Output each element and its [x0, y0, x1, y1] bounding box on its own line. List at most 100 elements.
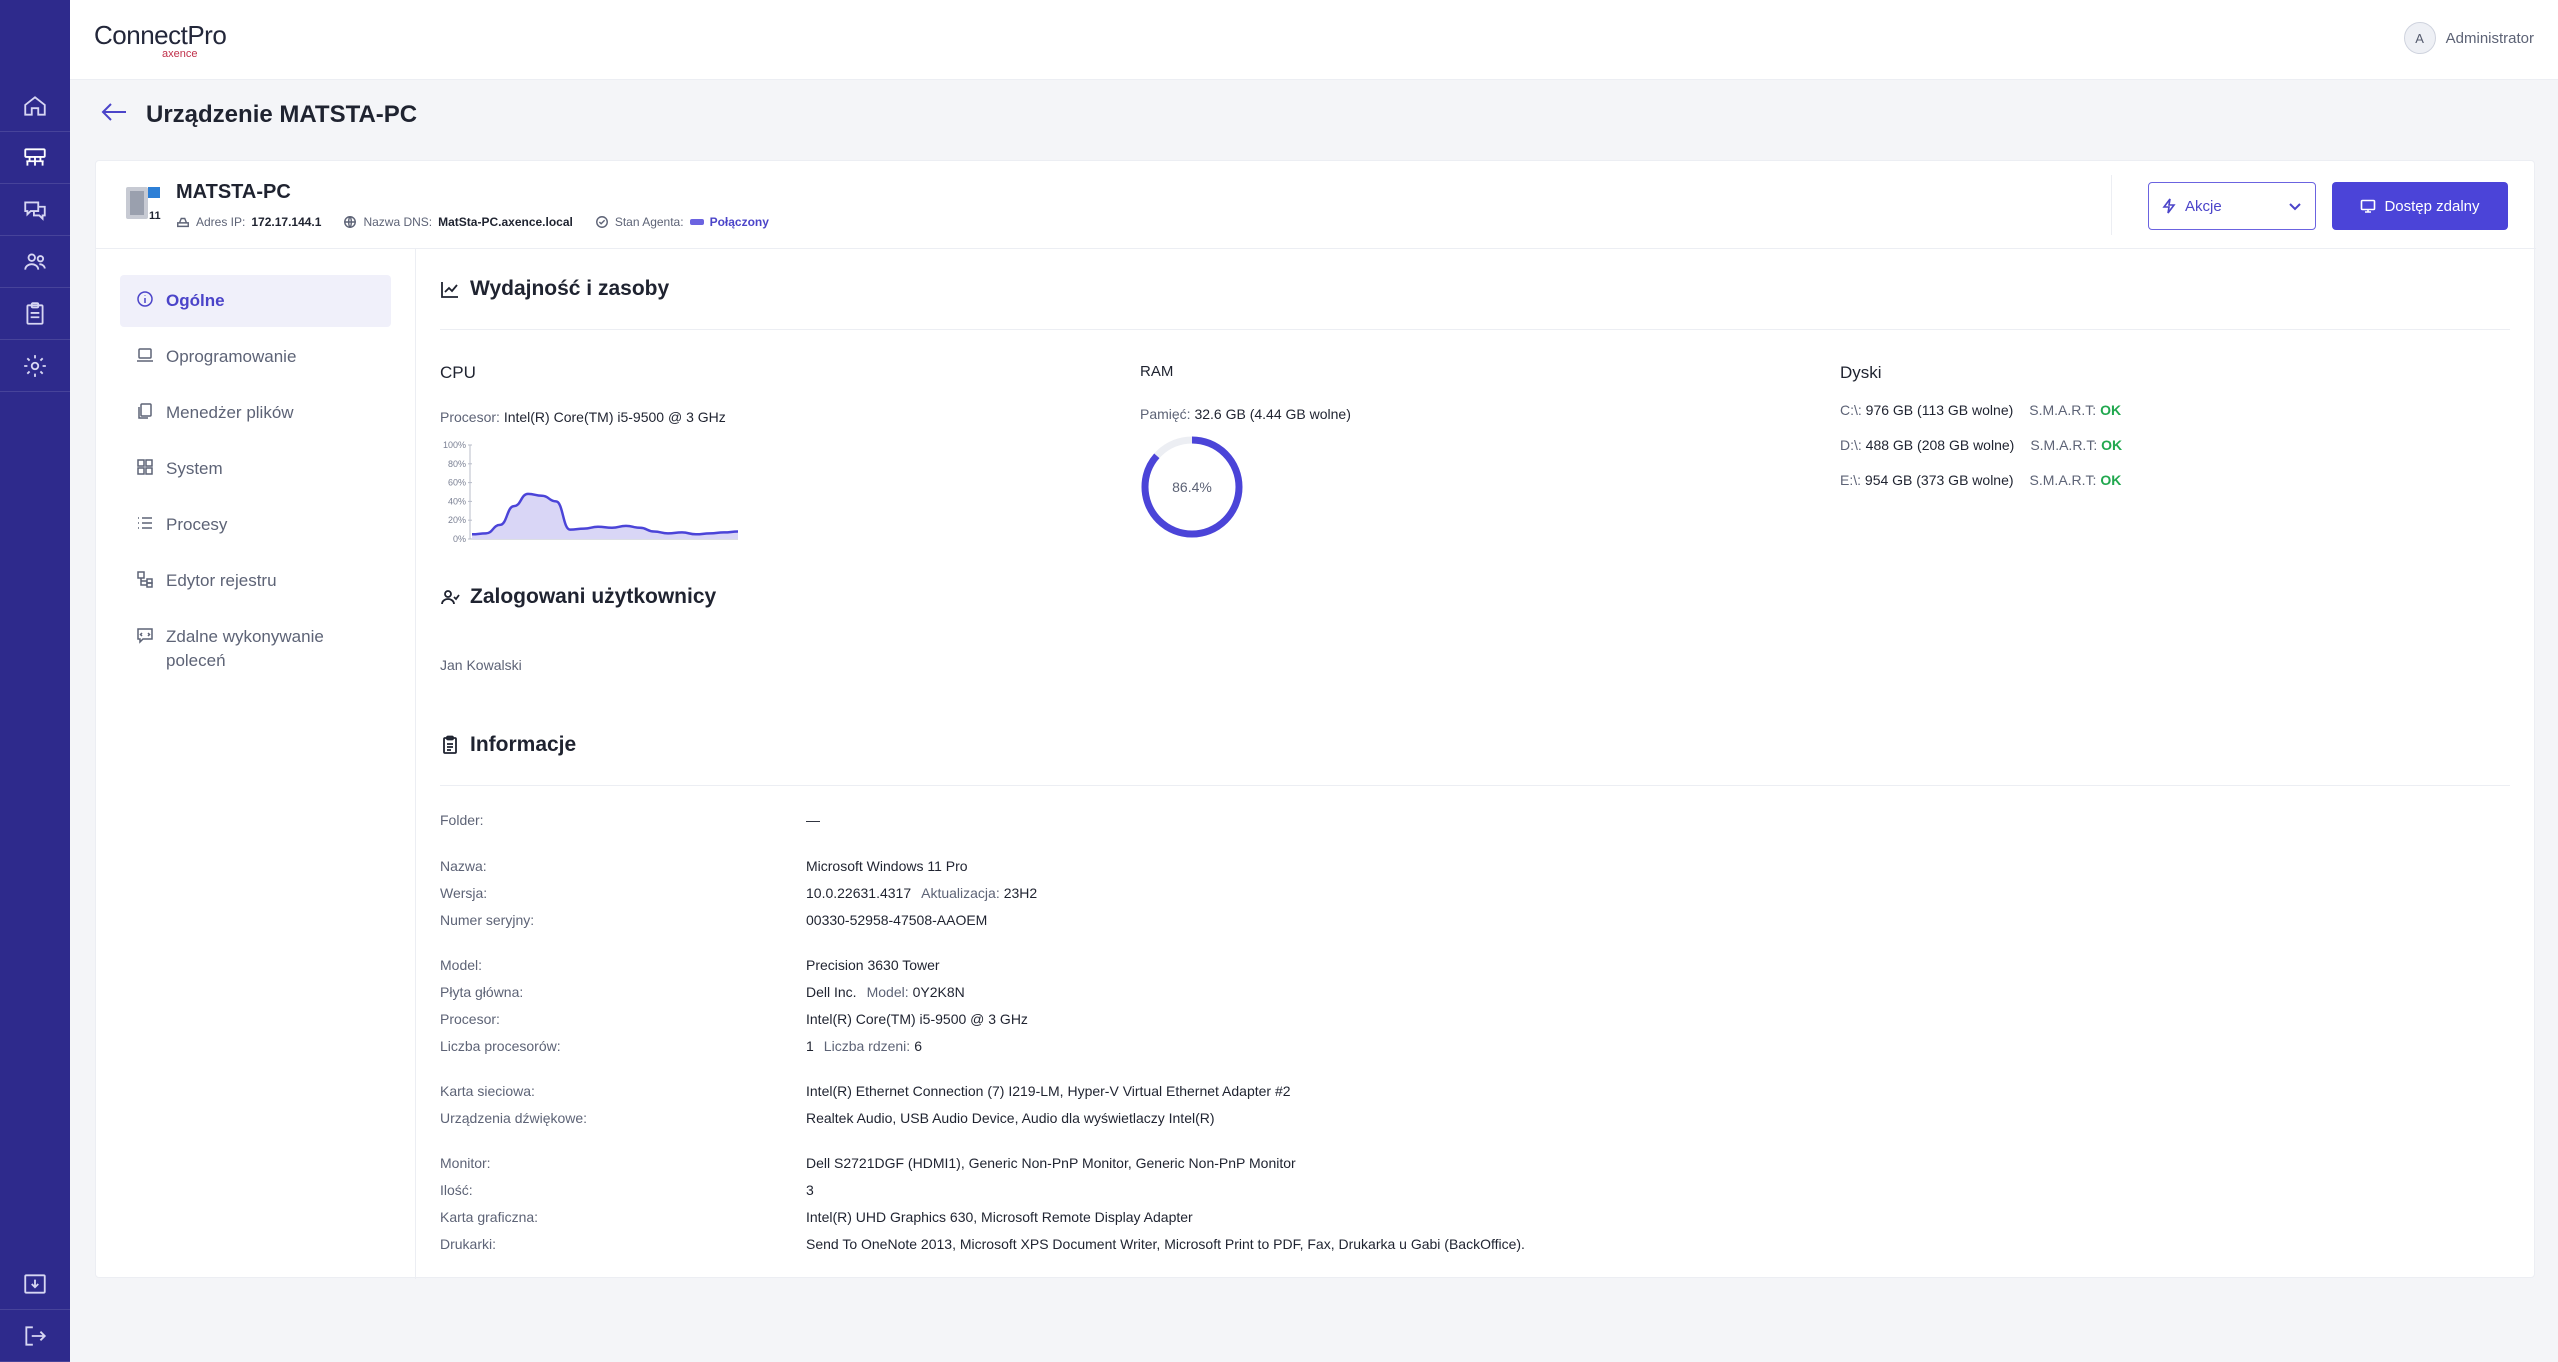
rail-download[interactable]	[0, 1258, 70, 1310]
agent-status-icon	[595, 216, 608, 228]
nav-general-label: Ogólne	[166, 291, 225, 310]
cpu-title: CPU	[440, 363, 476, 382]
cores-label: Liczba rdzeni:	[823, 1038, 911, 1054]
rail-chat[interactable]	[0, 184, 70, 236]
status-indicator	[689, 219, 704, 225]
nav-remote-commands[interactable]: Zdalne wykonywanie poleceń	[120, 611, 391, 687]
arrow-left-icon	[101, 103, 126, 121]
performance-title: Wydajność i zasoby	[470, 277, 670, 300]
registry-icon	[137, 571, 153, 588]
meta-agent: Stan Agenta: Połączony	[595, 215, 769, 229]
list-icon	[138, 517, 152, 529]
ram-usage-text: 86.4%	[1172, 479, 1212, 495]
info-label: Monitor:	[440, 1155, 491, 1171]
disk-row: C:\: 976 GB (113 GB wolne) S.M.A.R.T: OK	[1840, 402, 2440, 418]
info-label: Drukarki:	[440, 1236, 497, 1252]
ram-title: RAM	[1140, 363, 1174, 380]
info-label: Karta sieciowa:	[440, 1083, 535, 1099]
ram-usage-gauge: 86.4%	[1141, 436, 1243, 538]
rail-tasks[interactable]	[0, 288, 70, 340]
performance-section: Wydajność i zasoby	[440, 277, 2510, 330]
cpu-usage-chart: 100% 80% 60% 40% 20% 0%	[443, 440, 739, 544]
info-value: Realtek Audio, USB Audio Device, Audio d…	[806, 1110, 1215, 1126]
info-value: 10.0.22631.4317 Aktualizacja: 23H2	[806, 885, 1037, 901]
rail-settings[interactable]	[0, 340, 70, 392]
rail-home[interactable]	[0, 80, 70, 132]
home-icon	[24, 95, 46, 116]
disk-value: 488 GB (208 GB wolne)	[1865, 437, 2015, 453]
disk-value: 954 GB (373 GB wolne)	[1864, 472, 2014, 488]
dns-label: Nazwa DNS:	[363, 215, 433, 229]
y-tick-label: 0%	[453, 534, 466, 544]
chat-icon	[24, 200, 46, 221]
user-menu[interactable]: A Administrator	[2403, 22, 2534, 54]
nav-registry[interactable]: Edytor rejestru	[120, 555, 391, 607]
disk-drive: E:\:	[1840, 472, 1862, 488]
nav-system[interactable]: System	[120, 443, 391, 495]
app-logo[interactable]: ConnectPro axence	[94, 20, 227, 60]
clipboard-icon	[443, 735, 457, 754]
dns-value: MatSta-PC.axence.local	[438, 215, 573, 229]
ram-panel: RAM Pamięć: 32.6 GB (4.44 GB wolne) 86.4…	[1140, 363, 1740, 538]
rail-logout[interactable]	[0, 1310, 70, 1362]
disk-row: E:\: 954 GB (373 GB wolne) S.M.A.R.T: OK	[1840, 472, 2440, 488]
info-value: 1 Liczba rdzeni: 6	[806, 1038, 922, 1054]
disk-value: 976 GB (113 GB wolne)	[1865, 402, 2014, 418]
section-divider	[440, 785, 2510, 786]
cores-value: 6	[914, 1038, 922, 1054]
main-content: Wydajność i zasoby CPU Procesor: Intel(R…	[440, 249, 2510, 1279]
info-value: Intel(R) Ethernet Connection (7) I219-LM…	[806, 1083, 1291, 1099]
device-side-nav: Ogólne Oprogramowanie Menedżer plików Sy…	[96, 249, 416, 1279]
meta-ip: Adres IP: 172.17.144.1	[176, 215, 321, 229]
page-header: Urządzenie MATSTA-PC	[100, 100, 417, 129]
remote-access-button[interactable]: Dostęp zdalny	[2332, 182, 2508, 230]
rail-users[interactable]	[0, 236, 70, 288]
nav-file-manager[interactable]: Menedżer plików	[120, 387, 391, 439]
info-label: Wersja:	[440, 885, 488, 901]
info-value: Dell Inc. Model: 0Y2K8N	[806, 984, 965, 1000]
nav-remote-commands-label: Zdalne wykonywanie poleceń	[166, 627, 324, 670]
logged-user: Jan Kowalski	[440, 657, 522, 673]
logged-users-section: Zalogowani użytkownicy	[440, 585, 2510, 609]
ram-label: Pamięć:	[1140, 406, 1191, 422]
ip-label: Adres IP:	[196, 215, 246, 229]
y-tick-label: 80%	[448, 459, 466, 469]
gear-icon	[24, 354, 46, 377]
rail-devices[interactable]	[0, 132, 70, 184]
nav-general[interactable]: Ogólne	[120, 275, 391, 327]
users-icon	[441, 590, 460, 605]
top-bar: ConnectPro axence A Administrator	[70, 0, 2558, 80]
clipboard-icon	[26, 301, 44, 325]
nav-processes[interactable]: Procesy	[120, 499, 391, 551]
cpu-label: Procesor:	[440, 409, 500, 425]
board-value: Dell Inc.	[806, 984, 857, 1000]
smart-label: S.M.A.R.T:	[2029, 402, 2097, 418]
y-tick-label: 100%	[443, 440, 466, 450]
actions-label: Akcje	[2185, 197, 2222, 215]
y-tick-label: 60%	[448, 478, 466, 488]
info-label: Folder:	[440, 812, 484, 828]
users-icon	[24, 252, 46, 270]
version-value: 10.0.22631.4317	[806, 885, 912, 901]
info-value: Intel(R) Core(TM) i5-9500 @ 3 GHz	[806, 1011, 1028, 1027]
avatar: A	[2403, 22, 2436, 54]
globe-icon	[344, 216, 357, 228]
disk-drive: C:\:	[1840, 402, 1862, 418]
download-icon	[24, 1273, 46, 1294]
section-divider	[440, 329, 2510, 330]
info-section: Informacje	[440, 733, 2510, 786]
actions-dropdown[interactable]: Akcje	[2148, 182, 2316, 230]
back-button[interactable]	[100, 100, 128, 129]
update-value: 23H2	[1003, 885, 1038, 901]
info-value: Dell S2721DGF (HDMI1), Generic Non-PnP M…	[806, 1155, 1296, 1171]
info-heading: Informacje	[440, 733, 2510, 757]
cpu-info: Procesor: Intel(R) Core(TM) i5-9500 @ 3 …	[440, 409, 1040, 425]
nav-software[interactable]: Oprogramowanie	[120, 331, 391, 383]
device-header: 11 MATSTA-PC Adres IP: 172.17.144.1 Nazw…	[96, 161, 2536, 249]
nav-registry-label: Edytor rejestru	[166, 571, 277, 590]
board-model-label: Model:	[866, 984, 909, 1000]
bolt-icon	[2162, 198, 2176, 214]
page-title: Urządzenie MATSTA-PC	[146, 100, 418, 128]
device-name: MATSTA-PC	[176, 181, 291, 203]
windows-pc-icon: 11	[126, 187, 161, 222]
